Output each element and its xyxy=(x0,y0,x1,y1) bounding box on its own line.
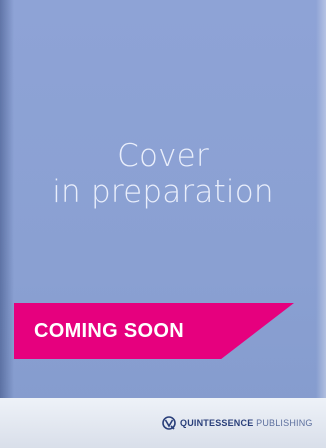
quintessence-logo-icon xyxy=(162,416,176,430)
publisher-name: QUINTESSENCE PUBLISHING xyxy=(180,418,313,428)
publisher-logo: QUINTESSENCE PUBLISHING xyxy=(162,416,313,430)
placeholder-line-2: in preparation xyxy=(52,174,274,210)
publisher-name-light: PUBLISHING xyxy=(253,418,313,428)
book-cover: Cover in preparation COMING SOON QUINTES… xyxy=(0,0,326,448)
cover-spine-shadow xyxy=(0,0,14,448)
cover-page-edge xyxy=(316,0,326,448)
coming-soon-banner: COMING SOON xyxy=(14,303,294,359)
cover-placeholder-text: Cover in preparation xyxy=(0,138,326,210)
coming-soon-label: COMING SOON xyxy=(34,320,184,342)
placeholder-line-1: Cover xyxy=(117,138,209,174)
publisher-name-bold: QUINTESSENCE xyxy=(180,418,254,428)
